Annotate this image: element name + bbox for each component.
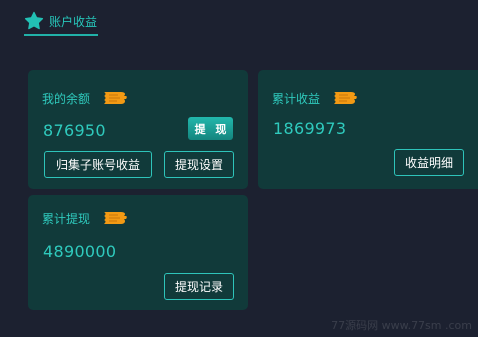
- coin-icon: [104, 92, 127, 104]
- tab-bar: 账户收益: [24, 8, 98, 36]
- tab-label: 账户收益: [49, 14, 98, 29]
- withdrawn-card-header: 累计提现: [42, 209, 128, 227]
- balance-title: 我的余额: [42, 91, 91, 106]
- star-icon: [24, 11, 44, 30]
- earnings-value: 1869973: [273, 119, 347, 138]
- balance-value: 876950: [43, 121, 106, 140]
- earnings-title: 累计收益: [272, 91, 321, 106]
- withdrawn-title: 累计提现: [42, 211, 91, 226]
- withdraw-settings-button[interactable]: 提现设置: [164, 151, 234, 178]
- withdraw-button[interactable]: 提 现: [188, 117, 233, 140]
- withdrawn-value: 4890000: [43, 242, 117, 261]
- earnings-card-header: 累计收益: [272, 89, 358, 107]
- balance-card-header: 我的余额: [42, 89, 128, 107]
- earnings-card: 累计收益 1869973 收益明细: [258, 70, 478, 189]
- coin-icon: [104, 212, 127, 224]
- tab-account-earnings[interactable]: 账户收益: [24, 8, 98, 36]
- watermark: 77源码网 www.77sm .com: [331, 319, 472, 332]
- withdraw-records-button[interactable]: 提现记录: [164, 273, 234, 300]
- earnings-details-button[interactable]: 收益明细: [394, 149, 464, 176]
- aggregate-sub-account-button[interactable]: 归集子账号收益: [44, 151, 152, 178]
- coin-icon: [334, 92, 357, 104]
- withdrawn-card: 累计提现 4890000 提现记录: [28, 195, 248, 310]
- balance-card: 我的余额 876950 提 现 归集子账号收益 提现设置: [28, 70, 248, 189]
